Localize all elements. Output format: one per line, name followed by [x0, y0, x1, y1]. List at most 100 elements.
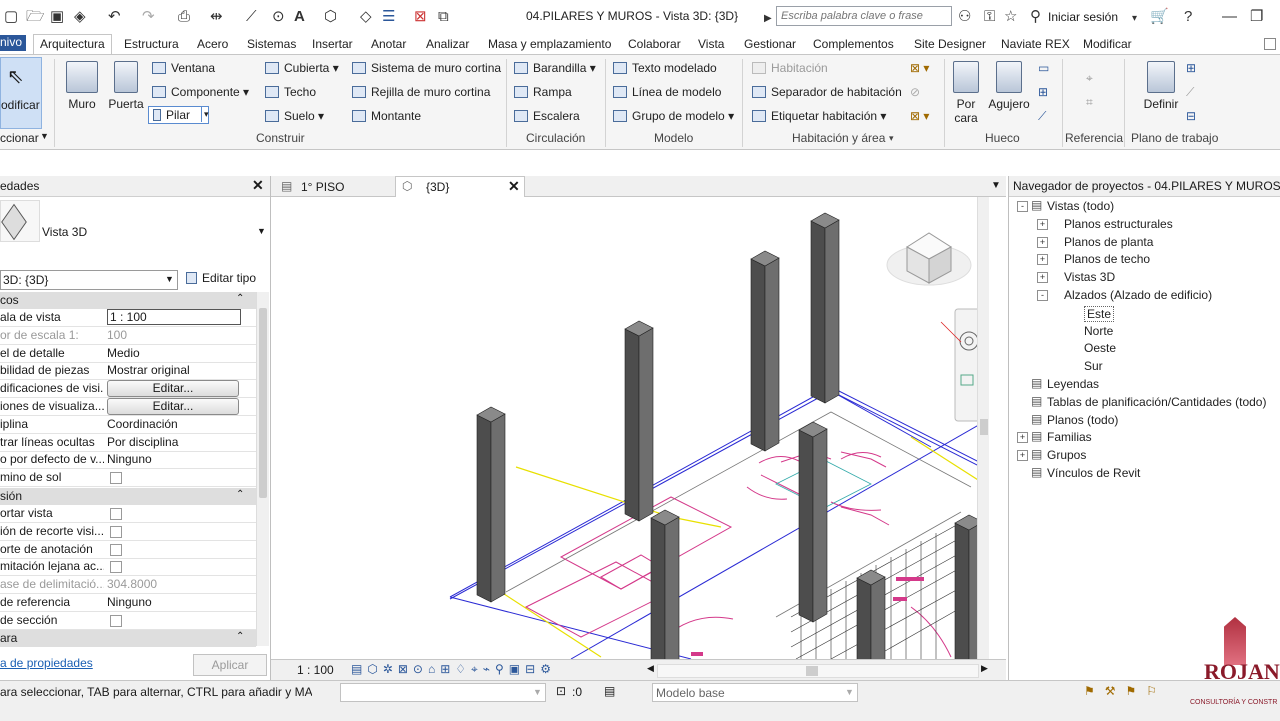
property-row[interactable]: ase de delimitació... 304.8000	[0, 576, 256, 595]
design-options-icon[interactable]: ▤	[604, 684, 615, 698]
component-button[interactable]: Componente ▾	[152, 85, 249, 99]
tab-insertar[interactable]: Insertar	[312, 37, 353, 51]
expand-icon[interactable]: +	[1037, 272, 1048, 284]
wall-opening-icon[interactable]: ▭	[1038, 61, 1049, 75]
scroll-left-icon[interactable]: ◀	[647, 663, 654, 674]
cart-icon[interactable]: 🛒	[1150, 9, 1169, 24]
property-value[interactable]: 100	[107, 328, 237, 342]
model-line-button[interactable]: Línea de modelo	[613, 85, 721, 99]
tree-item[interactable]: Tablas de planificación/Cantidades (todo…	[1047, 395, 1266, 409]
room-button[interactable]: Habitación	[752, 61, 828, 75]
scroll-right-icon[interactable]: ▶	[981, 663, 988, 674]
restore-icon[interactable]: ❐	[1250, 9, 1263, 24]
property-value[interactable]: Por disciplina	[107, 435, 237, 449]
property-checkbox[interactable]	[110, 561, 122, 574]
ceiling-button[interactable]: Techo	[265, 85, 316, 99]
property-row[interactable]: iones de visualiza... Editar...	[0, 398, 256, 416]
select-dropdown[interactable]: ccionar	[0, 131, 39, 145]
expand-icon[interactable]: +	[1017, 450, 1028, 462]
column-dropdown-icon[interactable]: ▾	[201, 107, 211, 122]
tab-complementos[interactable]: Complementos	[813, 37, 894, 51]
tree-item[interactable]: Norte	[1084, 324, 1113, 338]
define-button[interactable]: Definir	[1140, 61, 1182, 111]
undo-icon[interactable]: ↶	[108, 9, 121, 24]
property-value[interactable]: Ninguno	[107, 452, 237, 466]
property-value[interactable]: 304.8000	[107, 577, 237, 591]
property-row[interactable]: bilidad de piezas Mostrar original	[0, 362, 256, 381]
level-ref-icon[interactable]: ⌗	[1086, 95, 1093, 110]
view-scale[interactable]: 1 : 100	[297, 663, 334, 677]
canvas-horizontal-scrollbar[interactable]	[657, 664, 979, 678]
shaft-button[interactable]: Agujero	[986, 61, 1032, 111]
3d-view-icon[interactable]: ⬡	[324, 9, 337, 24]
tab-site-designer[interactable]: Site Designer	[914, 37, 986, 51]
properties-help-link[interactable]: a de propiedades	[0, 656, 93, 670]
tab-modificar[interactable]: Modificar	[1083, 37, 1132, 51]
close-icon[interactable]: ✕	[508, 178, 520, 195]
area-boundary-icon[interactable]: ⊘	[910, 85, 920, 99]
vertical-opening-icon[interactable]: ⊞	[1038, 85, 1048, 99]
expand-icon[interactable]: +	[1037, 254, 1048, 266]
section-camera[interactable]: ara ⌃	[0, 630, 256, 647]
panel-expand-icon[interactable]: ▾	[889, 133, 894, 144]
tree-item[interactable]: Alzados (Alzado de edificio)	[1064, 288, 1212, 302]
tab-analizar[interactable]: Analizar	[426, 37, 469, 51]
mullion-button[interactable]: Montante	[352, 109, 421, 123]
tab-masa[interactable]: Masa y emplazamiento	[488, 37, 611, 51]
favorite-icon[interactable]: ☆	[1004, 9, 1017, 24]
tree-item[interactable]: Vistas 3D	[1064, 270, 1115, 284]
curtain-system-button[interactable]: Sistema de muro cortina	[352, 61, 501, 75]
wall-button[interactable]: Muro	[64, 61, 100, 111]
switch-windows-icon[interactable]: ⧉	[438, 9, 449, 24]
expand-icon[interactable]: +	[1037, 218, 1048, 230]
property-checkbox[interactable]	[110, 525, 122, 538]
window-button[interactable]: Ventana	[152, 61, 215, 75]
roof-button[interactable]: Cubierta ▾	[265, 61, 339, 75]
property-row[interactable]: de referencia Ninguno	[0, 594, 256, 612]
property-row[interactable]: trar líneas ocultas Por disciplina	[0, 434, 256, 452]
expand-icon[interactable]: +	[1017, 432, 1028, 444]
tree-item[interactable]: Leyendas	[1047, 377, 1099, 391]
minimize-icon[interactable]: —	[1222, 9, 1237, 24]
property-checkbox[interactable]	[110, 508, 122, 520]
design-option-dropdown[interactable]: Modelo base ▼	[652, 683, 858, 702]
column-button[interactable]: Pilar	[148, 106, 210, 124]
property-checkbox[interactable]	[110, 614, 122, 627]
property-row[interactable]: ión de recorte visi...	[0, 523, 256, 541]
property-row[interactable]: o por defecto de v... Ninguno	[0, 451, 256, 470]
canvas-vertical-scrollbar[interactable]	[977, 197, 989, 659]
tab-arquitectura[interactable]: Arquitectura	[33, 34, 112, 54]
tabs-dropdown-icon[interactable]: ▼	[991, 180, 1001, 191]
tree-item[interactable]: Oeste	[1084, 341, 1116, 355]
search-input[interactable]	[776, 6, 952, 26]
text-icon[interactable]: A	[294, 9, 305, 24]
tab-acero[interactable]: Acero	[197, 37, 228, 51]
tab-vista[interactable]: Vista	[698, 37, 724, 51]
model-group-button[interactable]: Grupo de modelo ▾	[613, 109, 734, 123]
viewer-icon[interactable]: ⊟	[1186, 109, 1196, 123]
ramp-button[interactable]: Rampa	[514, 85, 572, 99]
edit-type-button[interactable]: Editar tipo	[186, 271, 256, 285]
tab-estructura[interactable]: Estructura	[124, 37, 179, 51]
property-value[interactable]: Medio	[107, 346, 237, 360]
binoculars-icon[interactable]: ⚇	[958, 9, 971, 24]
viewcube[interactable]	[886, 232, 972, 286]
property-row[interactable]: or de escala 1: 100	[0, 327, 256, 345]
open-icon[interactable]: ▢	[4, 9, 18, 24]
measure-icon[interactable]: ⇹	[210, 9, 223, 24]
property-row[interactable]: de sección	[0, 612, 256, 630]
workset-dropdown[interactable]: ▼	[340, 683, 546, 702]
door-button[interactable]: Puerta	[108, 61, 144, 111]
sync-icon[interactable]: ◈	[74, 9, 86, 24]
tree-item[interactable]: Grupos	[1047, 448, 1086, 462]
tab-anotar[interactable]: Anotar	[371, 37, 406, 51]
property-row[interactable]: mitación lejana ac...	[0, 558, 256, 577]
property-row[interactable]: iplina Coordinación	[0, 416, 256, 434]
railing-button[interactable]: Barandilla ▾	[514, 61, 596, 75]
help-icon[interactable]: ?	[1184, 9, 1192, 24]
modify-button[interactable]: ⇖ odificar	[0, 57, 42, 129]
view-selector[interactable]: 3D: {3D} ▼	[0, 270, 178, 290]
thin-lines-icon[interactable]: ☰	[382, 9, 395, 24]
chevron-down-icon[interactable]: ▼	[40, 131, 49, 141]
tree-item[interactable]: Familias	[1047, 430, 1092, 444]
